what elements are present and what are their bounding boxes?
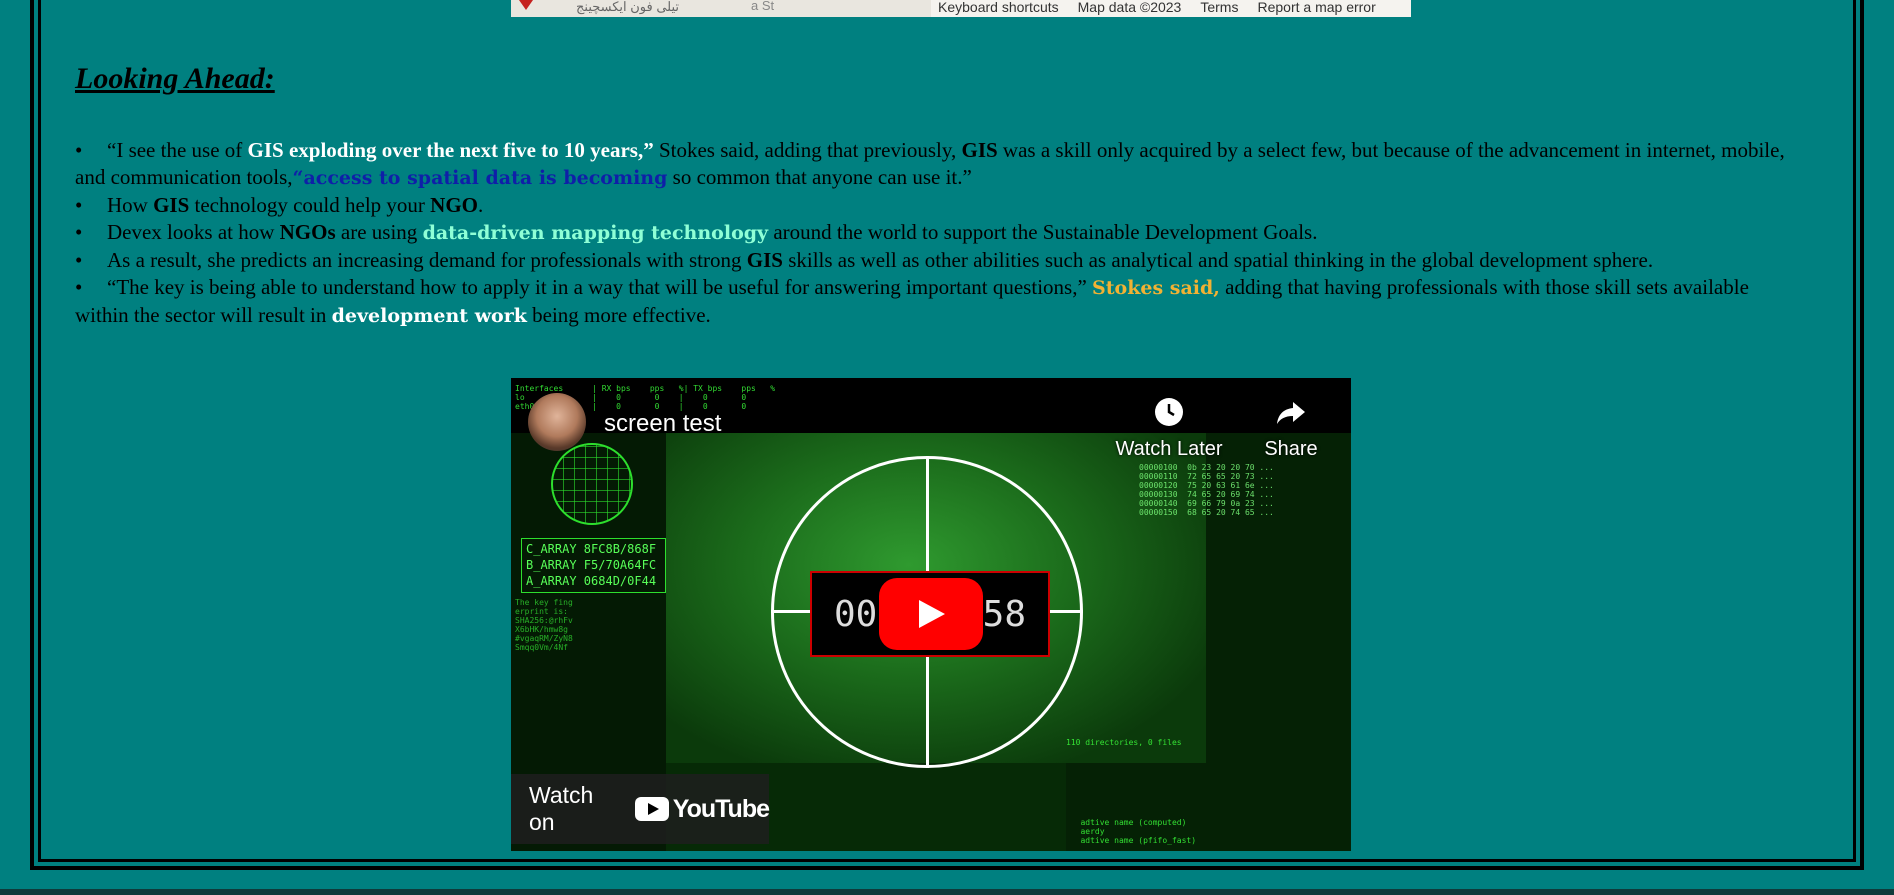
map-place-label: تیلی فون ایکسچینج (576, 0, 680, 14)
text: around the world to support the Sustaina… (768, 220, 1318, 244)
list-item: • How GIS technology could help your NGO. (75, 193, 484, 217)
globe-graphic (551, 443, 633, 525)
map-pin-icon (519, 0, 533, 10)
list-item: • Devex looks at how NGOs are using data-… (75, 220, 1318, 244)
watch-on-label: Watch on (529, 782, 594, 835)
youtube-logo-icon: YouTube (634, 794, 770, 824)
share-arrow-icon (1277, 402, 1305, 424)
terminal-text: 110 directories, 0 files (1066, 738, 1182, 747)
share-label: Share (1264, 438, 1318, 460)
youtube-wordmark: YouTube (672, 794, 770, 823)
map-data-label: Map data ©2023 (1077, 0, 1182, 15)
bullet-list: • “I see the use of GIS exploding over th… (75, 137, 1805, 330)
text: “I see the use of (107, 138, 248, 162)
list-item: • “I see the use of GIS exploding over th… (75, 138, 1785, 189)
report-map-error-link[interactable]: Report a map error (1257, 0, 1375, 17)
highlight-stokes-text: Stokes said, (1092, 277, 1220, 299)
array-line: B_ARRAY F5/70A64FC (526, 558, 657, 572)
keyword-gis: GIS (961, 138, 998, 162)
text: How (107, 193, 154, 217)
share-button[interactable]: Share (1251, 396, 1331, 461)
text: Stokes said, adding that previously, (653, 138, 962, 162)
array-line: C_ARRAY 8FC8B/868F (526, 542, 657, 556)
terminal-text: The key fing erprint is: SHA256:@rhFv X6… (515, 598, 573, 652)
text: As a result, she predicts an increasing … (107, 248, 747, 272)
text: skills as well as other abilities such a… (782, 248, 1654, 272)
terminal-text: adtive name (computed) aerdy adtive name… (1080, 818, 1197, 845)
keyword-ngo: NGO (430, 193, 478, 217)
terminal-hexdump: 00000100 0b 23 20 20 70 ... 00000110 72 … (1139, 463, 1274, 517)
highlight-development-text: development work (331, 305, 527, 327)
section-heading: Looking Ahead: (75, 62, 275, 95)
map-embed-footer[interactable]: تیلی فون ایکسچینج a St Keyboard shortcut… (511, 0, 1411, 17)
highlight-link-text: “access to spatial data is becoming (292, 167, 668, 189)
keyboard-shortcuts-link[interactable]: Keyboard shortcuts (938, 0, 1059, 17)
play-button[interactable] (879, 578, 983, 650)
page-bottom-strip (0, 889, 1894, 895)
text: Devex looks at how (107, 220, 280, 244)
text: being more effective. (526, 303, 711, 327)
keyword-gis: GIS (153, 193, 190, 217)
text: so common that anyone can use it.” (667, 165, 972, 189)
watch-on-youtube-button[interactable]: Watch on YouTube (511, 774, 770, 844)
highlight-mapping-text: data-driven mapping technology (422, 222, 769, 244)
map-attribution-links: Keyboard shortcuts Map data ©2023 Terms … (938, 0, 1376, 17)
array-readout: C_ARRAY 8FC8B/868F B_ARRAY F5/70A64FC A_… (521, 538, 666, 593)
text: are using (335, 220, 423, 244)
array-line: A_ARRAY 0684D/0F44 (526, 574, 657, 588)
keyword-gis: GIS (746, 248, 783, 272)
youtube-play-icon (634, 797, 669, 821)
highlight-text: GIS exploding over the next five to 10 y… (247, 138, 654, 162)
watch-later-label: Watch Later (1115, 438, 1223, 460)
video-title[interactable]: screen test (604, 410, 721, 438)
map-road-label: a St (751, 0, 775, 13)
youtube-video-embed[interactable]: Interfaces | RX bps pps %| TX bps pps % … (511, 378, 1351, 851)
text: . (478, 193, 484, 217)
clock-icon (1155, 398, 1183, 426)
timer-left: 00 (834, 593, 878, 635)
map-tiles[interactable]: تیلی فون ایکسچینج a St (511, 0, 931, 17)
watch-later-button[interactable]: Watch Later (1109, 396, 1229, 461)
list-item: • As a result, she predicts an increasing… (75, 248, 1654, 272)
list-item: • “The key is being able to understand ho… (75, 275, 1749, 327)
text: “The key is being able to understand how… (107, 275, 1093, 299)
channel-avatar[interactable] (528, 393, 586, 451)
keyword-ngos: NGOs (279, 220, 336, 244)
terms-link[interactable]: Terms (1200, 0, 1238, 17)
timer-right: 58 (982, 593, 1026, 635)
text: technology could help your (189, 193, 431, 217)
